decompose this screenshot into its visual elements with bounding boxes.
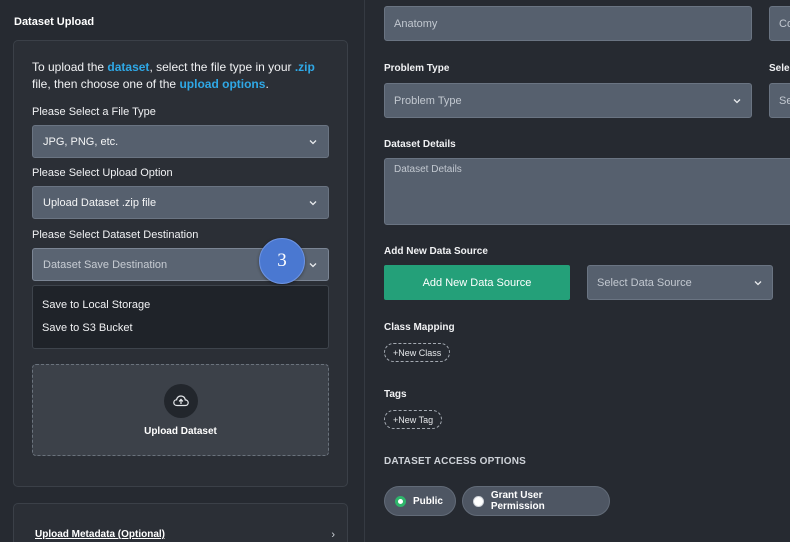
dataset-details-label: Dataset Details [384, 139, 456, 150]
cut-off-input-text: Co [779, 17, 790, 30]
cut-off-select-text: Se [779, 94, 790, 107]
access-option-public[interactable]: Public [384, 486, 456, 516]
intro-text-part: . [265, 77, 269, 91]
dataset-details-placeholder: Dataset Details [394, 164, 462, 175]
file-type-value: JPG, PNG, etc. [43, 135, 119, 148]
select-data-source[interactable]: Select Data Source [587, 265, 773, 300]
chevron-down-icon [309, 200, 317, 205]
metadata-accordion[interactable]: Upload Metadata (Optional) › [13, 503, 348, 542]
upload-option-label: Please Select Upload Option [32, 167, 173, 179]
problem-type-placeholder: Problem Type [394, 94, 462, 107]
cut-off-label: Sele [769, 63, 790, 74]
upload-card: To upload the dataset, select the file t… [13, 40, 348, 487]
chevron-down-icon [733, 98, 741, 103]
upload-dataset-label: Upload Dataset [144, 426, 217, 437]
problem-type-label: Problem Type [384, 63, 450, 74]
chevron-down-icon [309, 139, 317, 144]
chevron-down-icon [754, 280, 762, 285]
radio-selected-icon [395, 495, 406, 507]
anatomy-input[interactable]: Anatomy [384, 6, 752, 41]
intro-text: To upload the dataset, select the file t… [32, 59, 332, 93]
upload-dropzone[interactable]: Upload Dataset [32, 364, 329, 456]
dataset-details-textarea[interactable]: Dataset Details [384, 158, 790, 225]
access-option-label: Public [412, 495, 443, 507]
destination-dropdown: Save to Local Storage Save to S3 Bucket [32, 285, 329, 349]
cut-off-input[interactable]: Co [769, 6, 790, 41]
intro-highlight: upload options [179, 77, 266, 91]
upload-option-value: Upload Dataset .zip file [43, 196, 157, 209]
option-local-storage[interactable]: Save to Local Storage [42, 299, 150, 311]
cloud-upload-icon [173, 395, 189, 407]
access-option-label: Grant User Permission [490, 490, 545, 512]
file-type-select[interactable]: JPG, PNG, etc. [32, 125, 329, 158]
add-data-source-button[interactable]: Add New Data Source [384, 265, 570, 300]
chevron-down-icon [309, 262, 317, 267]
access-option-grant-permission[interactable]: Grant User Permission [462, 486, 610, 516]
destination-placeholder: Dataset Save Destination [43, 258, 168, 271]
metadata-label: Upload Metadata (Optional) [35, 529, 165, 540]
file-type-label: Please Select a File Type [32, 106, 156, 118]
problem-type-select[interactable]: Problem Type [384, 83, 752, 118]
option-s3-bucket[interactable]: Save to S3 Bucket [42, 322, 133, 334]
panel-title: Dataset Upload [14, 16, 95, 28]
radio-unselected-icon [473, 495, 484, 507]
chevron-right-icon: › [331, 529, 335, 541]
add-source-label: Add New Data Source [384, 246, 488, 257]
upload-option-select[interactable]: Upload Dataset .zip file [32, 186, 329, 219]
step-marker: 3 [259, 238, 305, 284]
class-mapping-label: Class Mapping [384, 322, 455, 333]
select-source-placeholder: Select Data Source [597, 276, 692, 289]
upload-icon-circle [164, 384, 198, 418]
intro-text-part: file, then choose one of the [32, 77, 180, 91]
right-panel: Anatomy Co Problem Type Sele Problem Typ… [366, 0, 790, 542]
access-options-title: DATASET ACCESS OPTIONS [384, 456, 527, 467]
tags-label: Tags [384, 389, 407, 400]
destination-label: Please Select Dataset Destination [32, 229, 199, 241]
new-tag-chip[interactable]: +New Tag [384, 410, 443, 429]
cut-off-select[interactable]: Se [769, 83, 790, 118]
new-class-chip[interactable]: +New Class [384, 343, 451, 362]
intro-text-part: To upload the [32, 60, 108, 74]
left-panel: Dataset Upload To upload the dataset, se… [0, 0, 365, 542]
intro-text-part: , select the file type in your [149, 60, 295, 74]
anatomy-placeholder: Anatomy [394, 17, 438, 30]
intro-highlight: .zip [294, 60, 315, 74]
intro-highlight: dataset [107, 60, 150, 74]
